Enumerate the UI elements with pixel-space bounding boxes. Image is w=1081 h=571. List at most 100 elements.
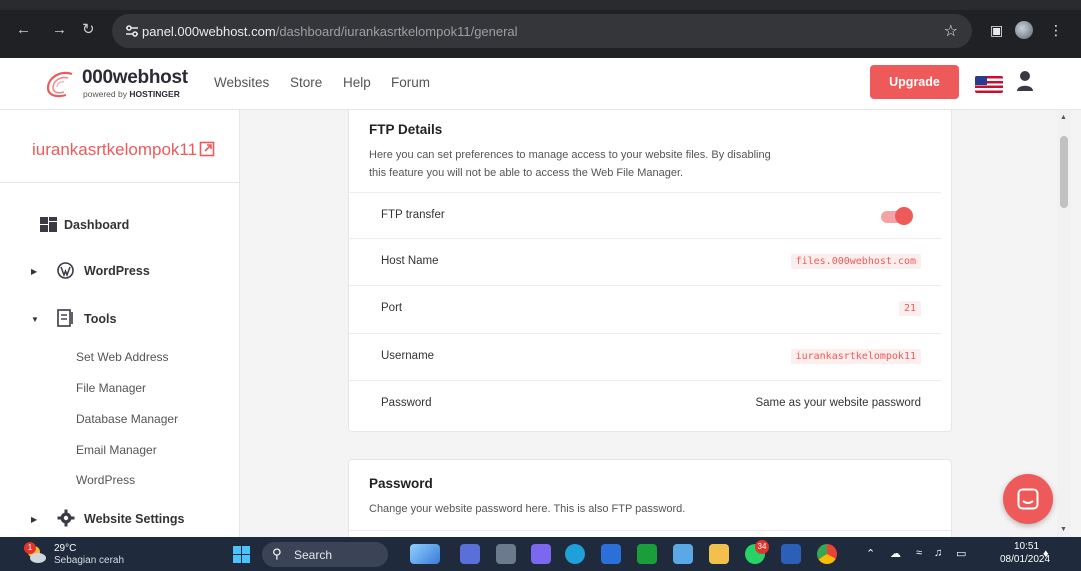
back-icon[interactable]: ←	[16, 22, 31, 38]
bookmark-star-icon[interactable]: ☆	[944, 21, 958, 41]
reload-icon[interactable]: ↻	[82, 22, 95, 38]
volume-icon[interactable]: ♫	[934, 547, 942, 559]
profile-avatar[interactable]	[1015, 21, 1033, 39]
logo-sub-prefix: powered by	[83, 89, 130, 99]
tab-strip	[0, 0, 1081, 10]
username-label: Username	[381, 350, 435, 362]
weather-badge: 1	[24, 542, 36, 554]
sidebar-item-wordpress[interactable]: WordPress	[84, 264, 150, 278]
battery-icon[interactable]: ▭	[956, 547, 966, 560]
password-row: Password Same as your website password	[349, 380, 941, 428]
port-label: Port	[381, 302, 403, 314]
ftp-description-line1: Here you can set preferences to manage a…	[369, 149, 771, 161]
live-chat-button[interactable]	[1003, 474, 1053, 524]
windows-start-icon[interactable]	[233, 546, 250, 563]
scroll-down-icon[interactable]: ▼	[1060, 526, 1067, 533]
tools-icon	[57, 309, 73, 327]
password-value: Same as your website password	[755, 397, 921, 409]
notification-bell-icon[interactable]: ♦	[1043, 548, 1049, 560]
sidebar-item-website-settings[interactable]: Website Settings	[84, 512, 184, 526]
dashboard-icon	[40, 217, 57, 232]
nav-websites[interactable]: Websites	[214, 75, 269, 90]
password-card-description: Change your website password here. This …	[369, 503, 686, 515]
browser-toolbar: ← → ↻ panel.000webhost.com/dashboard/iur…	[0, 0, 1081, 58]
word-app-icon[interactable]	[781, 544, 801, 564]
ftp-transfer-row: FTP transfer	[349, 192, 941, 240]
nav-help[interactable]: Help	[343, 75, 371, 90]
sidebar-item-dashboard[interactable]: Dashboard	[64, 218, 129, 232]
sidebar-sub-database-manager[interactable]: Database Manager	[76, 412, 178, 426]
ftp-details-title: FTP Details	[369, 122, 443, 137]
taskbar-search[interactable]: ⚲ Search	[262, 542, 388, 567]
caret-right-icon[interactable]: ▶	[31, 515, 37, 524]
settings-gear-icon	[57, 509, 75, 527]
logo-swoosh-icon	[46, 71, 73, 98]
host-name-label: Host Name	[381, 255, 439, 267]
side-panel-icon[interactable]: ▣	[990, 22, 1003, 39]
external-link-icon[interactable]	[199, 141, 215, 157]
site-settings-icon[interactable]	[124, 24, 140, 38]
url-host: panel.000webhost.com	[142, 24, 276, 39]
teams-app-icon[interactable]	[531, 544, 551, 564]
user-account-icon[interactable]	[1016, 70, 1034, 92]
address-bar[interactable]: panel.000webhost.com/dashboard/iurankasr…	[112, 14, 972, 48]
ftp-transfer-label: FTP transfer	[381, 209, 445, 221]
ftp-details-card: FTP Details Here you can set preferences…	[348, 110, 952, 432]
username-row: Username iurankasrtkelompok11	[349, 333, 941, 381]
xbox-app-icon[interactable]	[637, 544, 657, 564]
sidebar-divider	[0, 182, 239, 183]
sidebar-sub-wordpress[interactable]: WordPress	[76, 473, 135, 487]
sidebar-sub-file-manager[interactable]: File Manager	[76, 381, 146, 395]
chat-icon	[1017, 488, 1039, 510]
edge-app-icon[interactable]	[565, 544, 585, 564]
caret-right-icon[interactable]: ▶	[31, 267, 37, 276]
search-icon: ⚲	[272, 546, 282, 561]
cloud-icon[interactable]: ☁	[890, 547, 901, 560]
menu-kebab-icon[interactable]: ⋮	[1049, 22, 1063, 39]
page-scrollbar[interactable]: ▲ ▼	[1057, 110, 1071, 537]
widgets-app-icon[interactable]	[410, 544, 440, 564]
url-text: panel.000webhost.com/dashboard/iurankasr…	[142, 24, 518, 39]
windows-taskbar: 1 29°C Sebagian cerah ⚲ Search 34 ⌃ ☁ ≈ …	[0, 537, 1081, 571]
sidebar-item-tools[interactable]: Tools	[84, 312, 116, 326]
logo-text[interactable]: 000webhost	[82, 67, 188, 89]
store-app-icon[interactable]	[601, 544, 621, 564]
nav-forum[interactable]: Forum	[391, 75, 430, 90]
scrollbar-thumb[interactable]	[1060, 136, 1068, 208]
sidebar-sub-email-manager[interactable]: Email Manager	[76, 443, 157, 457]
host-name-row: Host Name files.000webhost.com	[349, 238, 941, 286]
us-flag-icon[interactable]	[975, 76, 1003, 93]
taskbar-search-label: Search	[294, 548, 333, 562]
url-path: /dashboard/iurankasrtkelompok11/general	[275, 24, 518, 39]
password-card-divider	[349, 530, 951, 531]
weather-temp[interactable]: 29°C	[54, 543, 76, 554]
wifi-icon[interactable]: ≈	[916, 547, 922, 559]
logo-subtitle: powered by HOSTINGER	[83, 89, 180, 99]
clock-time[interactable]: 10:51	[1014, 541, 1039, 552]
wordpress-icon	[57, 262, 74, 279]
nav-store[interactable]: Store	[290, 75, 322, 90]
tray-overflow-icon[interactable]: ⌃	[866, 547, 875, 560]
port-row: Port 21	[349, 285, 941, 333]
scroll-up-icon[interactable]: ▲	[1060, 114, 1067, 121]
caret-down-icon[interactable]: ▼	[31, 315, 39, 324]
username-value[interactable]: iurankasrtkelompok11	[790, 349, 921, 364]
password-card-title: Password	[369, 476, 433, 491]
weather-description[interactable]: Sebagian cerah	[54, 555, 124, 566]
sidebar: iurankasrtkelompok11 Dashboard ▶ WordPre…	[0, 110, 240, 537]
sidebar-sub-set-web-address[interactable]: Set Web Address	[76, 350, 169, 364]
site-header: 000webhost powered by HOSTINGER Websites…	[0, 58, 1081, 110]
ftp-transfer-toggle[interactable]	[881, 207, 913, 225]
upgrade-button[interactable]: Upgrade	[870, 65, 959, 99]
copilot-app-icon[interactable]	[460, 544, 480, 564]
file-explorer-icon[interactable]	[709, 544, 729, 564]
whatsapp-badge: 34	[755, 540, 769, 554]
port-value[interactable]: 21	[898, 301, 921, 316]
chrome-app-icon[interactable]	[817, 544, 837, 564]
host-name-value[interactable]: files.000webhost.com	[790, 254, 921, 269]
task-view-icon[interactable]	[496, 544, 516, 564]
forward-icon[interactable]: →	[52, 22, 67, 38]
sidebar-site-name[interactable]: iurankasrtkelompok11	[32, 140, 197, 160]
ftp-description-line2: this feature you will not be able to acc…	[369, 167, 684, 179]
photos-app-icon[interactable]	[673, 544, 693, 564]
